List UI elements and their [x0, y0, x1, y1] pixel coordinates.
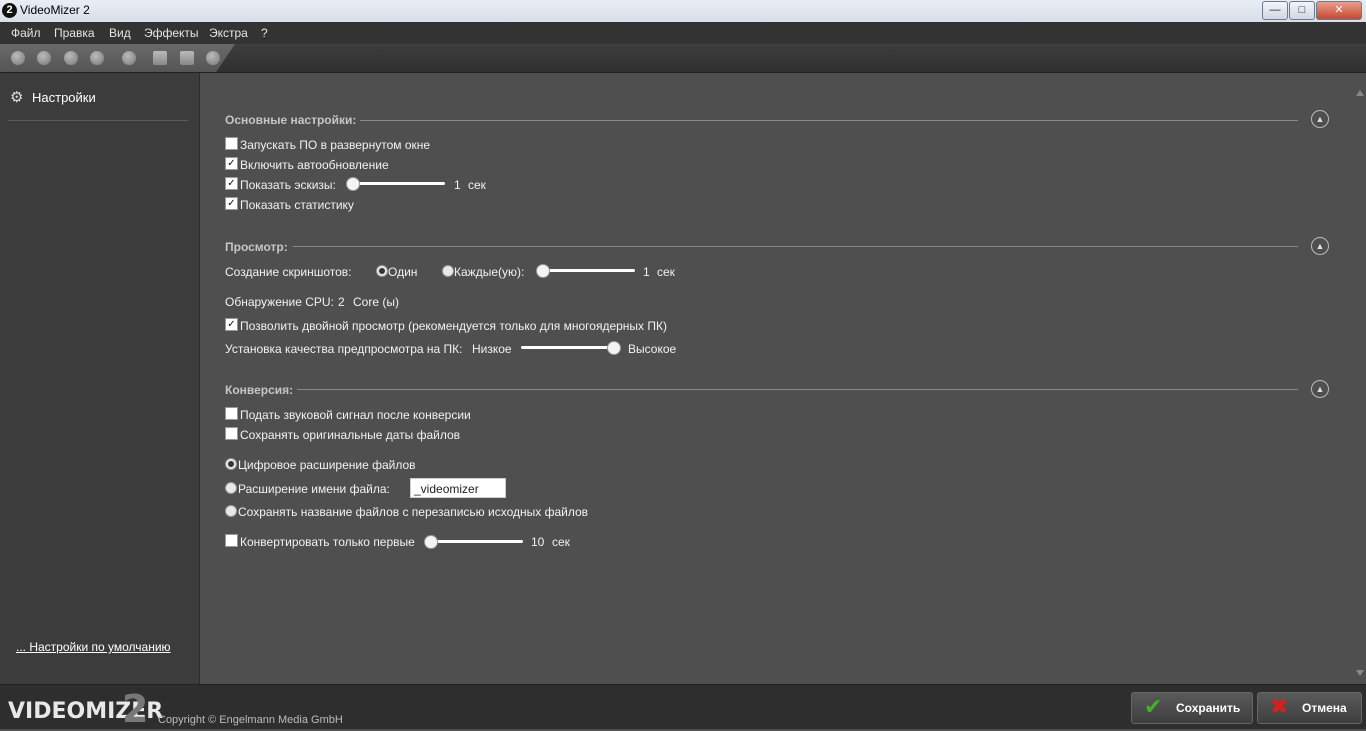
show-thumbs-checkbox[interactable]: ✓: [225, 177, 238, 190]
screenshots-interval-slider[interactable]: [537, 269, 635, 272]
overwrite-names-label: Сохранять название файлов с перезаписью …: [238, 505, 589, 519]
add-folder-icon[interactable]: [37, 51, 51, 65]
maximize-button[interactable]: □: [1289, 1, 1315, 20]
screenshots-every-radio[interactable]: [442, 265, 454, 277]
screenshots-every-label: Каждые(ую):: [454, 265, 525, 279]
first-only-checkbox[interactable]: [225, 534, 238, 547]
toolbar-strip: [0, 44, 235, 72]
screenshots-once-label: Один: [388, 265, 418, 279]
collapse-preview-button[interactable]: ▲: [1311, 237, 1329, 255]
title-bar: 2 VideoMizer 2 — □ ✕: [0, 0, 1366, 22]
preview-quality-low: Низкое: [472, 342, 512, 356]
first-only-slider-thumb[interactable]: [424, 535, 438, 549]
digital-extension-radio[interactable]: [225, 458, 237, 470]
screenshots-once-radio[interactable]: [376, 265, 388, 277]
cpu-detection-label: Обнаружение CPU:: [225, 295, 334, 309]
cpu-core-unit: Core (ы): [353, 295, 399, 309]
cpu-core-count: 2: [338, 295, 345, 309]
single-view-icon[interactable]: [153, 51, 167, 65]
section-divider: [360, 120, 1298, 121]
preview-quality-slider[interactable]: [521, 346, 619, 349]
menu-view[interactable]: Вид: [109, 26, 131, 40]
screenshots-interval-slider-thumb[interactable]: [536, 264, 550, 278]
scroll-up-arrow[interactable]: [1356, 90, 1364, 96]
save-button-label: Сохранить: [1176, 701, 1241, 715]
minimize-button[interactable]: —: [1262, 1, 1288, 20]
cancel-button[interactable]: ✖ Отмена: [1257, 692, 1362, 724]
menu-extra[interactable]: Экстра: [209, 26, 248, 40]
copyright-text: Copyright © Engelmann Media GmbH: [158, 714, 343, 726]
show-stats-checkbox[interactable]: ✓: [225, 197, 238, 210]
keep-dates-label: Сохранять оригинальные даты файлов: [240, 428, 461, 442]
suffix-extension-radio[interactable]: [225, 482, 237, 494]
first-only-slider[interactable]: [425, 540, 523, 543]
cancel-button-label: Отмена: [1302, 701, 1347, 715]
preview-quality-label: Установка качества предпросмотра на ПК:: [225, 342, 463, 356]
gear-icon: ⚙: [10, 89, 24, 106]
auto-update-checkbox[interactable]: ✓: [225, 157, 238, 170]
dual-preview-checkbox[interactable]: ✓: [225, 318, 238, 331]
preview-quality-slider-thumb[interactable]: [607, 341, 621, 355]
scroll-down-arrow[interactable]: [1356, 670, 1364, 676]
refresh-icon[interactable]: [206, 51, 220, 65]
show-stats-label: Показать статистику: [240, 198, 354, 212]
section-divider: [293, 246, 1298, 247]
beep-label: Подать звуковой сигнал после конверсии: [240, 408, 471, 422]
first-only-value: 10: [531, 535, 545, 549]
preview-quality-high: Высокое: [628, 342, 677, 356]
suffix-input[interactable]: _videomizer: [410, 478, 506, 498]
globe-icon[interactable]: [90, 51, 104, 65]
restore-defaults-link[interactable]: ... Настройки по умолчанию: [16, 640, 171, 654]
start-maximized-checkbox[interactable]: [225, 137, 238, 150]
start-maximized-label: Запускать ПО в развернутом окне: [240, 138, 431, 152]
collapse-basic-button[interactable]: ▲: [1311, 110, 1329, 128]
split-view-icon[interactable]: [180, 51, 194, 65]
screenshots-interval-value: 1: [643, 265, 650, 279]
add-file-icon[interactable]: [11, 51, 25, 65]
beep-checkbox[interactable]: [225, 407, 238, 420]
keep-dates-checkbox[interactable]: [225, 427, 238, 440]
thumbs-interval-value: 1: [454, 178, 461, 192]
menu-effects[interactable]: Эффекты: [144, 26, 199, 40]
sidebar-item-label: Настройки: [32, 90, 96, 105]
collapse-conversion-button[interactable]: ▲: [1311, 380, 1329, 398]
app-icon: 2: [2, 3, 17, 18]
remove-icon[interactable]: [122, 51, 136, 65]
screenshots-interval-unit: сек: [657, 265, 675, 279]
section-title-basic: Основные настройки:: [225, 113, 357, 127]
dual-preview-label: Позволить двойной просмотр (рекомендуетс…: [240, 319, 667, 333]
thumbs-interval-slider-thumb[interactable]: [346, 177, 360, 191]
auto-update-label: Включить автообновление: [240, 158, 389, 172]
show-thumbs-label: Показать эскизы:: [240, 178, 336, 192]
sidebar-divider: [8, 120, 188, 121]
menu-bar: Файл Правка Вид Эффекты Экстра ?: [0, 22, 1366, 44]
screenshots-label: Создание скриншотов:: [225, 265, 352, 279]
overwrite-names-radio[interactable]: [225, 505, 237, 517]
section-title-preview: Просмотр:: [225, 240, 288, 254]
settings-panel: Основные настройки: ▲ Запускать ПО в раз…: [200, 73, 1366, 684]
thumbs-interval-slider[interactable]: [347, 182, 445, 185]
check-icon: ✔: [1144, 694, 1163, 719]
close-button[interactable]: ✕: [1316, 1, 1362, 20]
window-title: VideoMizer 2: [20, 3, 90, 17]
digital-extension-label: Цифровое расширение файлов: [238, 458, 416, 472]
section-title-conversion: Конверсия:: [225, 383, 294, 397]
close-icon: ✖: [1270, 694, 1289, 719]
menu-file[interactable]: Файл: [11, 26, 41, 40]
disc-icon[interactable]: [64, 51, 78, 65]
footer: VIDEOMIZER 2 Copyright © Engelmann Media…: [0, 684, 1366, 731]
logo-number: 2: [122, 687, 149, 731]
section-divider: [297, 389, 1298, 390]
toolbar: [0, 44, 1366, 73]
first-only-unit: сек: [552, 535, 570, 549]
thumbs-interval-unit: сек: [468, 178, 486, 192]
menu-edit[interactable]: Правка: [54, 26, 95, 40]
sidebar: ⚙ Настройки ... Настройки по умолчанию: [0, 73, 200, 684]
menu-help[interactable]: ?: [261, 26, 268, 40]
save-button[interactable]: ✔ Сохранить: [1131, 692, 1253, 724]
suffix-extension-label: Расширение имени файла:: [238, 482, 390, 496]
first-only-label: Конвертировать только первые: [240, 535, 415, 549]
